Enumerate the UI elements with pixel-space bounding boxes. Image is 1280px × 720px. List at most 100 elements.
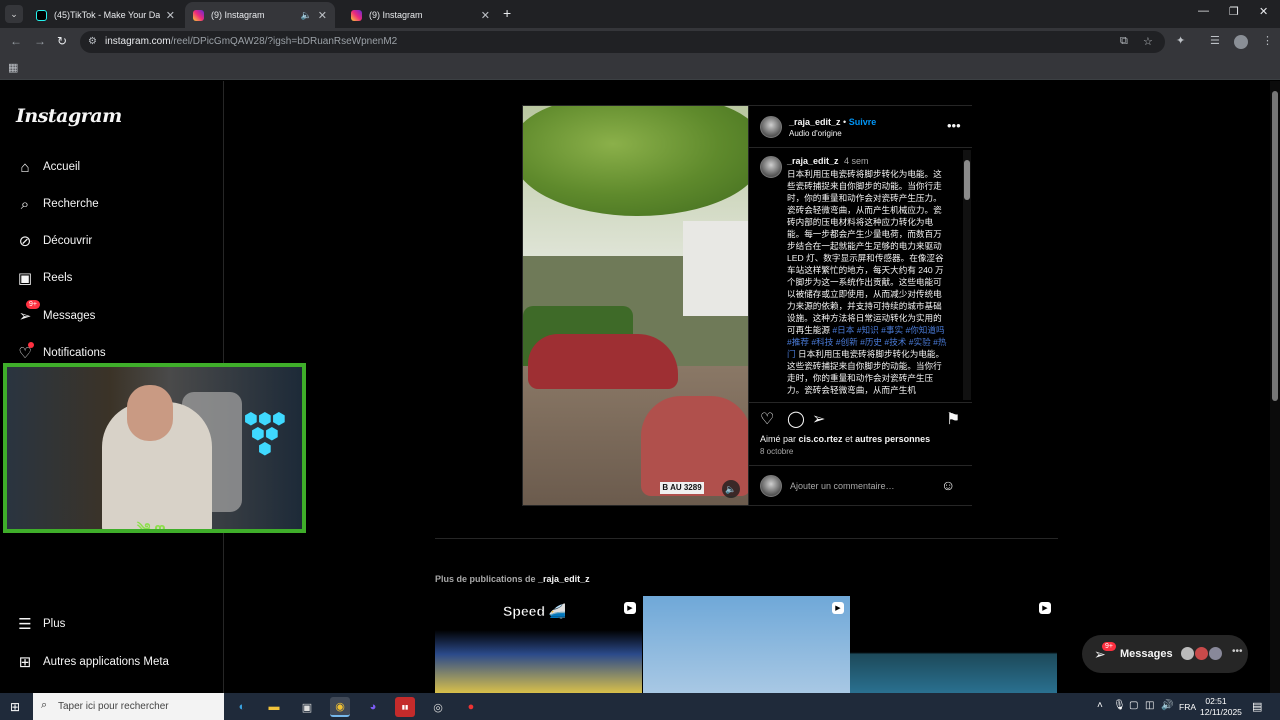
caption-scrollbar[interactable] xyxy=(963,150,971,400)
restore-icon[interactable]: ❐ xyxy=(1229,5,1239,18)
url-text[interactable]: instagram.com/reel/DPicGmQAW28/?igsh=bDR… xyxy=(105,36,397,47)
messages-badge: 9+ xyxy=(1102,642,1116,651)
minimize-icon[interactable]: — xyxy=(1198,5,1209,17)
discord-icon[interactable]: ◕ xyxy=(363,697,383,717)
taskbar-clock[interactable]: 02:51 12/11/2025 xyxy=(1200,696,1242,718)
windows-start-icon[interactable]: ⊞ xyxy=(10,700,20,714)
follow-button[interactable]: Suivre xyxy=(849,117,877,127)
comment-input[interactable]: Ajouter un commentaire… xyxy=(790,481,895,491)
mic-icon[interactable]: 🎙 xyxy=(1113,700,1126,711)
emoji-icon[interactable]: ☺ xyxy=(941,477,955,493)
floating-messages-button[interactable]: ➢ 9+ Messages ••• xyxy=(1082,635,1248,673)
nav-reels[interactable]: ▣ Reels xyxy=(16,266,73,290)
taskbar-search[interactable]: ⌕ Taper ici pour rechercher xyxy=(33,693,224,720)
bookmarks-bar: ▦ xyxy=(0,56,1280,80)
cast-icon[interactable]: ⧉ xyxy=(1120,35,1128,48)
comment-icon[interactable]: ◯ xyxy=(787,409,805,429)
tab-tiktok[interactable]: (45)TikTok - Make Your Day ✕ xyxy=(28,2,183,28)
avatar xyxy=(1180,646,1195,661)
obs-icon[interactable]: ◎ xyxy=(428,697,448,717)
nav-label: Reels xyxy=(43,272,73,284)
chrome-icon[interactable]: ◉ xyxy=(330,697,350,717)
language-indicator[interactable]: FRA xyxy=(1179,702,1196,712)
browser-menu-icon[interactable]: ⋮ xyxy=(1262,34,1273,47)
volume-icon[interactable]: 🔊 xyxy=(1161,700,1173,711)
mute-icon[interactable]: 🔈 xyxy=(722,480,740,498)
streamer-logo: ༄ ღ xyxy=(137,520,166,533)
nav-label: Plus xyxy=(43,618,66,630)
like-icon[interactable]: ♡ xyxy=(760,409,774,429)
reload-icon[interactable]: ↻ xyxy=(57,34,67,48)
app-icon[interactable]: ● xyxy=(461,697,481,717)
more-posts-user[interactable]: _raja_edit_z xyxy=(538,574,590,584)
nav-accueil[interactable]: ⌂ Accueil xyxy=(16,155,80,179)
post-date[interactable]: 8 octobre xyxy=(760,447,793,456)
nav-label: Autres applications Meta xyxy=(43,656,169,668)
author-username[interactable]: _raja_edit_z xyxy=(789,117,841,127)
license-plate: B AU 3289 xyxy=(660,482,704,494)
new-tab-icon[interactable]: + xyxy=(503,5,511,21)
file-explorer-icon[interactable]: ▬ xyxy=(264,697,284,717)
close-tab-icon[interactable]: ✕ xyxy=(481,9,490,22)
network-icon[interactable]: ◫ xyxy=(1145,700,1154,711)
reel-icon: ▶ xyxy=(832,602,844,614)
forward-icon[interactable]: → xyxy=(34,34,46,48)
caption-scroll-thumb[interactable] xyxy=(964,160,970,200)
liked-user[interactable]: cis.co.rtez xyxy=(799,434,843,444)
reel-icon: ▶ xyxy=(1039,602,1051,614)
extensions-icon[interactable]: ✦ xyxy=(1176,34,1185,47)
back-icon[interactable]: ← xyxy=(10,34,22,48)
browser-tab-bar: ⌄ (45)TikTok - Make Your Day ✕ (9) Insta… xyxy=(0,0,1280,28)
save-icon[interactable]: ⚑ xyxy=(946,409,960,429)
more-options-icon[interactable]: ••• xyxy=(947,118,961,133)
store-icon[interactable]: ▣ xyxy=(297,697,317,717)
author-avatar[interactable] xyxy=(760,116,782,138)
share-icon[interactable]: ➢ xyxy=(812,409,825,429)
tab-instagram[interactable]: (9) Instagram ✕ xyxy=(343,2,498,28)
page-scrollbar[interactable] xyxy=(1270,81,1280,693)
nav-recherche[interactable]: ⌕ Recherche xyxy=(16,192,99,216)
page-scroll-thumb[interactable] xyxy=(1272,91,1278,401)
close-tab-icon[interactable]: ✕ xyxy=(166,9,175,22)
tray-app-icon[interactable]: ▢ xyxy=(1129,700,1138,711)
nav-notifications[interactable]: ♡ Notifications xyxy=(16,341,106,365)
more-icon: ••• xyxy=(1232,646,1243,657)
caption-avatar[interactable] xyxy=(760,156,782,178)
tray-expand-icon[interactable]: ˄ xyxy=(1097,700,1103,711)
notification-center-icon[interactable]: ▤ xyxy=(1252,700,1262,713)
more-post-thumbnail[interactable]: ▶ xyxy=(850,596,1057,693)
profile-avatar[interactable] xyxy=(1234,35,1248,49)
search-icon: ⌕ xyxy=(41,699,48,711)
streamer-head xyxy=(127,385,173,441)
nav-plus[interactable]: ☰ Plus xyxy=(16,612,65,636)
speaker-icon[interactable]: 🔈 xyxy=(301,10,312,21)
caption-header: _raja_edit_z 4 sem xyxy=(787,156,869,166)
caption-time[interactable]: 4 sem xyxy=(844,156,869,166)
nav-label: Notifications xyxy=(43,347,106,359)
more-post-thumbnail[interactable]: ▶ xyxy=(643,596,850,693)
bookmark-star-icon[interactable]: ☆ xyxy=(1143,35,1153,48)
close-tab-icon[interactable]: ✕ xyxy=(318,9,327,22)
audio-link[interactable]: Audio d'origine xyxy=(789,129,842,138)
reading-list-icon[interactable]: ☰ xyxy=(1210,34,1220,47)
liked-others[interactable]: autres personnes xyxy=(855,434,930,444)
instagram-logo[interactable]: Instagram xyxy=(16,105,122,127)
nav-meta-apps[interactable]: ⊞ Autres applications Meta xyxy=(16,650,169,674)
reel-video[interactable]: B AU 3289 🔈 xyxy=(523,106,748,505)
site-info-icon[interactable]: ⚙ xyxy=(88,36,97,47)
edge-icon[interactable]: ◐ xyxy=(232,697,252,717)
nav-decouvrir[interactable]: ⊘ Découvrir xyxy=(16,229,93,253)
nav-messages[interactable]: ➢ 9+ Messages xyxy=(16,300,95,328)
nav-label: Accueil xyxy=(43,161,81,173)
tab-instagram-active[interactable]: (9) Instagram 🔈 ✕ xyxy=(185,2,335,28)
more-post-thumbnail[interactable]: Speed 🚄 ▶ xyxy=(435,596,642,693)
apps-grid-icon[interactable]: ▦ xyxy=(8,61,18,74)
address-bar[interactable]: ⚙ instagram.com/reel/DPicGmQAW28/?igsh=b… xyxy=(80,31,1165,53)
nav-label: Découvrir xyxy=(43,235,93,247)
windows-taskbar: ⊞ ⌕ Taper ici pour rechercher ◐ ▬ ▣ ◉ ◕ … xyxy=(0,693,1280,720)
caption-username[interactable]: _raja_edit_z xyxy=(787,156,839,166)
tab-search-button[interactable]: ⌄ xyxy=(5,5,23,23)
close-window-icon[interactable]: ✕ xyxy=(1259,5,1268,18)
app-icon[interactable]: ▮▮ xyxy=(395,697,415,717)
post-header: _raja_edit_z • Suivre Audio d'origine ••… xyxy=(749,106,972,148)
